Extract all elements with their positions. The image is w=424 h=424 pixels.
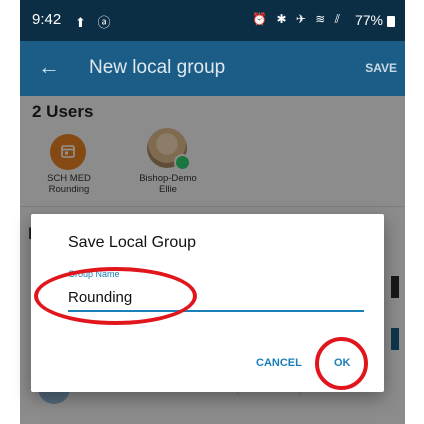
ok-button[interactable]: OK [334, 357, 351, 369]
battery-percentage: 77% [354, 12, 383, 28]
status-bar: 9:42 ⬆ ⓐ ⏰ ✱ ✈ ≋ ⫽ 77% [20, 0, 405, 41]
back-arrow-icon[interactable]: ← [38, 54, 60, 80]
group-name-label: Group Name [68, 269, 120, 279]
cancel-button[interactable]: CANCEL [256, 357, 302, 369]
status-notification-icons: ⬆ ⓐ [75, 15, 115, 30]
status-system-icons: ⏰ ✱ ✈ ≋ ⫽ [252, 12, 343, 26]
battery-icon [387, 16, 395, 27]
app-bar: ← New local group SAVE [20, 41, 405, 96]
dialog-title: Save Local Group [68, 234, 197, 251]
save-local-group-dialog: Save Local Group Group Name CANCEL OK [31, 214, 384, 392]
group-name-input[interactable] [68, 284, 364, 312]
page-title: New local group [89, 57, 226, 78]
save-button[interactable]: SAVE [365, 61, 397, 75]
status-time: 9:42 [32, 11, 62, 28]
